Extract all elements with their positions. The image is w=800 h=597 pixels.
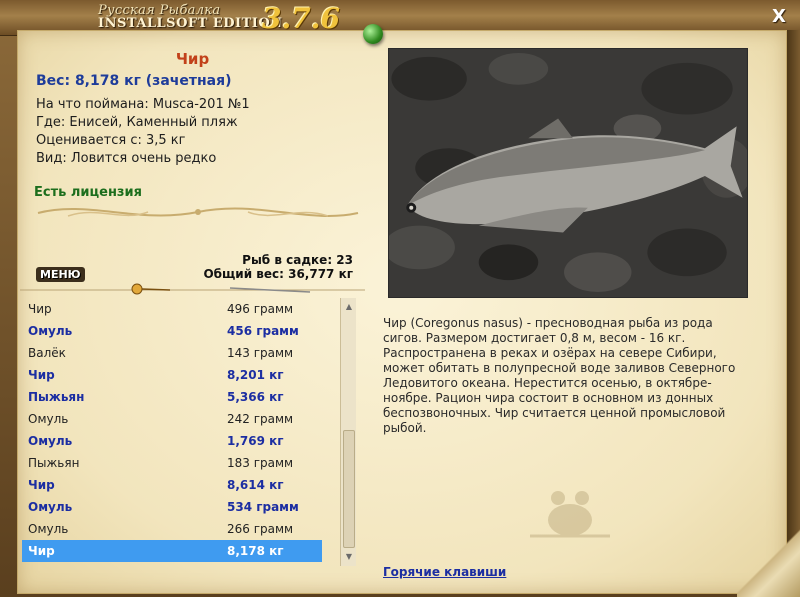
fish-weight: Вес: 8,178 кг (зачетная) [36, 73, 232, 89]
catch-fish-weight: 1,769 кг [227, 434, 284, 448]
fish-description: Чир (Coregonus nasus) - пресноводная рыб… [383, 316, 736, 435]
fish-kind: Вид: Ловится очень редко [36, 151, 217, 166]
fish-rated: Оценивается с: 3,5 кг [36, 133, 186, 148]
catch-fish-name: Чир [28, 302, 52, 316]
fish-place: Где: Енисей, Каменный пляж [36, 115, 238, 130]
catch-fish-weight: 5,366 кг [227, 390, 284, 404]
fish-title: Чир [175, 50, 210, 68]
catch-list-row[interactable]: Пыжьян 5,366 кг [22, 386, 322, 408]
pin-icon [363, 24, 383, 44]
frog-watermark-icon [530, 491, 610, 538]
catch-fish-name: Валёк [28, 346, 66, 360]
window-edge [787, 30, 800, 597]
keepnet-count: Рыб в садке: 23 [242, 253, 353, 267]
scroll-up-arrow-icon[interactable]: ▲ [341, 300, 357, 314]
catch-fish-name: Омуль [28, 500, 73, 514]
catch-fish-weight: 183 грамм [227, 456, 294, 470]
hotkeys-link[interactable]: Горячие клавиши [383, 565, 506, 579]
catch-fish-name: Пыжьян [28, 456, 80, 470]
catch-list[interactable]: Чир 496 грамм Омуль 456 грамм Валёк 143 грамм… [22, 298, 340, 566]
catch-list-row[interactable]: Пыжьян 183 грамм [22, 452, 322, 474]
catch-fish-weight: 8,178 кг [227, 544, 284, 558]
ornament-divider [37, 207, 359, 217]
keepnet-total-weight: Общий вес: 36,777 кг [203, 267, 353, 281]
float-divider-icon [20, 283, 365, 295]
fish-photo [388, 48, 748, 298]
catch-fish-weight: 143 грамм [227, 346, 294, 360]
catch-fish-name: Чир [28, 544, 55, 558]
catch-fish-weight: 456 грамм [227, 324, 299, 338]
close-button[interactable]: X [768, 6, 790, 28]
catch-list-row[interactable]: Чир 8,614 кг [22, 474, 322, 496]
catch-fish-weight: 534 грамм [227, 500, 299, 514]
catch-list-row[interactable]: Чир 496 грамм [22, 298, 322, 320]
catch-fish-weight: 496 грамм [227, 302, 294, 316]
page-curl [737, 528, 800, 597]
catch-list-row[interactable]: Омуль 456 грамм [22, 320, 322, 342]
menu-button[interactable]: МЕНЮ [36, 267, 85, 282]
scrollbar-thumb[interactable] [343, 430, 355, 548]
catch-list-row[interactable]: Омуль 266 грамм [22, 518, 322, 540]
catch-fish-name: Омуль [28, 412, 69, 426]
catch-fish-weight: 266 грамм [227, 522, 294, 536]
catch-fish-weight: 242 грамм [227, 412, 294, 426]
catch-fish-name: Пыжьян [28, 390, 85, 404]
catch-fish-name: Омуль [28, 522, 69, 536]
catch-fish-name: Чир [28, 478, 55, 492]
catch-fish-weight: 8,201 кг [227, 368, 284, 382]
catch-list-row[interactable]: Валёк 143 грамм [22, 342, 322, 364]
catch-list-row[interactable]: Чир 8,201 кг [22, 364, 322, 386]
scroll-down-arrow-icon[interactable]: ▼ [341, 550, 357, 564]
catch-fish-weight: 8,614 кг [227, 478, 284, 492]
catch-list-scrollbar[interactable]: ▲ ▼ [340, 298, 356, 566]
catch-list-row[interactable]: Омуль 1,769 кг [22, 430, 322, 452]
brand-edition: INSTALLSOFT EDITION [98, 16, 283, 31]
catch-list-row[interactable]: Омуль 534 грамм [22, 496, 322, 518]
catch-fish-name: Омуль [28, 324, 73, 338]
catch-list-row[interactable]: Чир 8,178 кг [22, 540, 322, 562]
catch-list-row[interactable]: Омуль 242 грамм [22, 408, 322, 430]
catch-fish-name: Омуль [28, 434, 73, 448]
catch-fish-name: Чир [28, 368, 55, 382]
fish-bait: На что поймана: Musca-201 №1 [36, 97, 250, 112]
